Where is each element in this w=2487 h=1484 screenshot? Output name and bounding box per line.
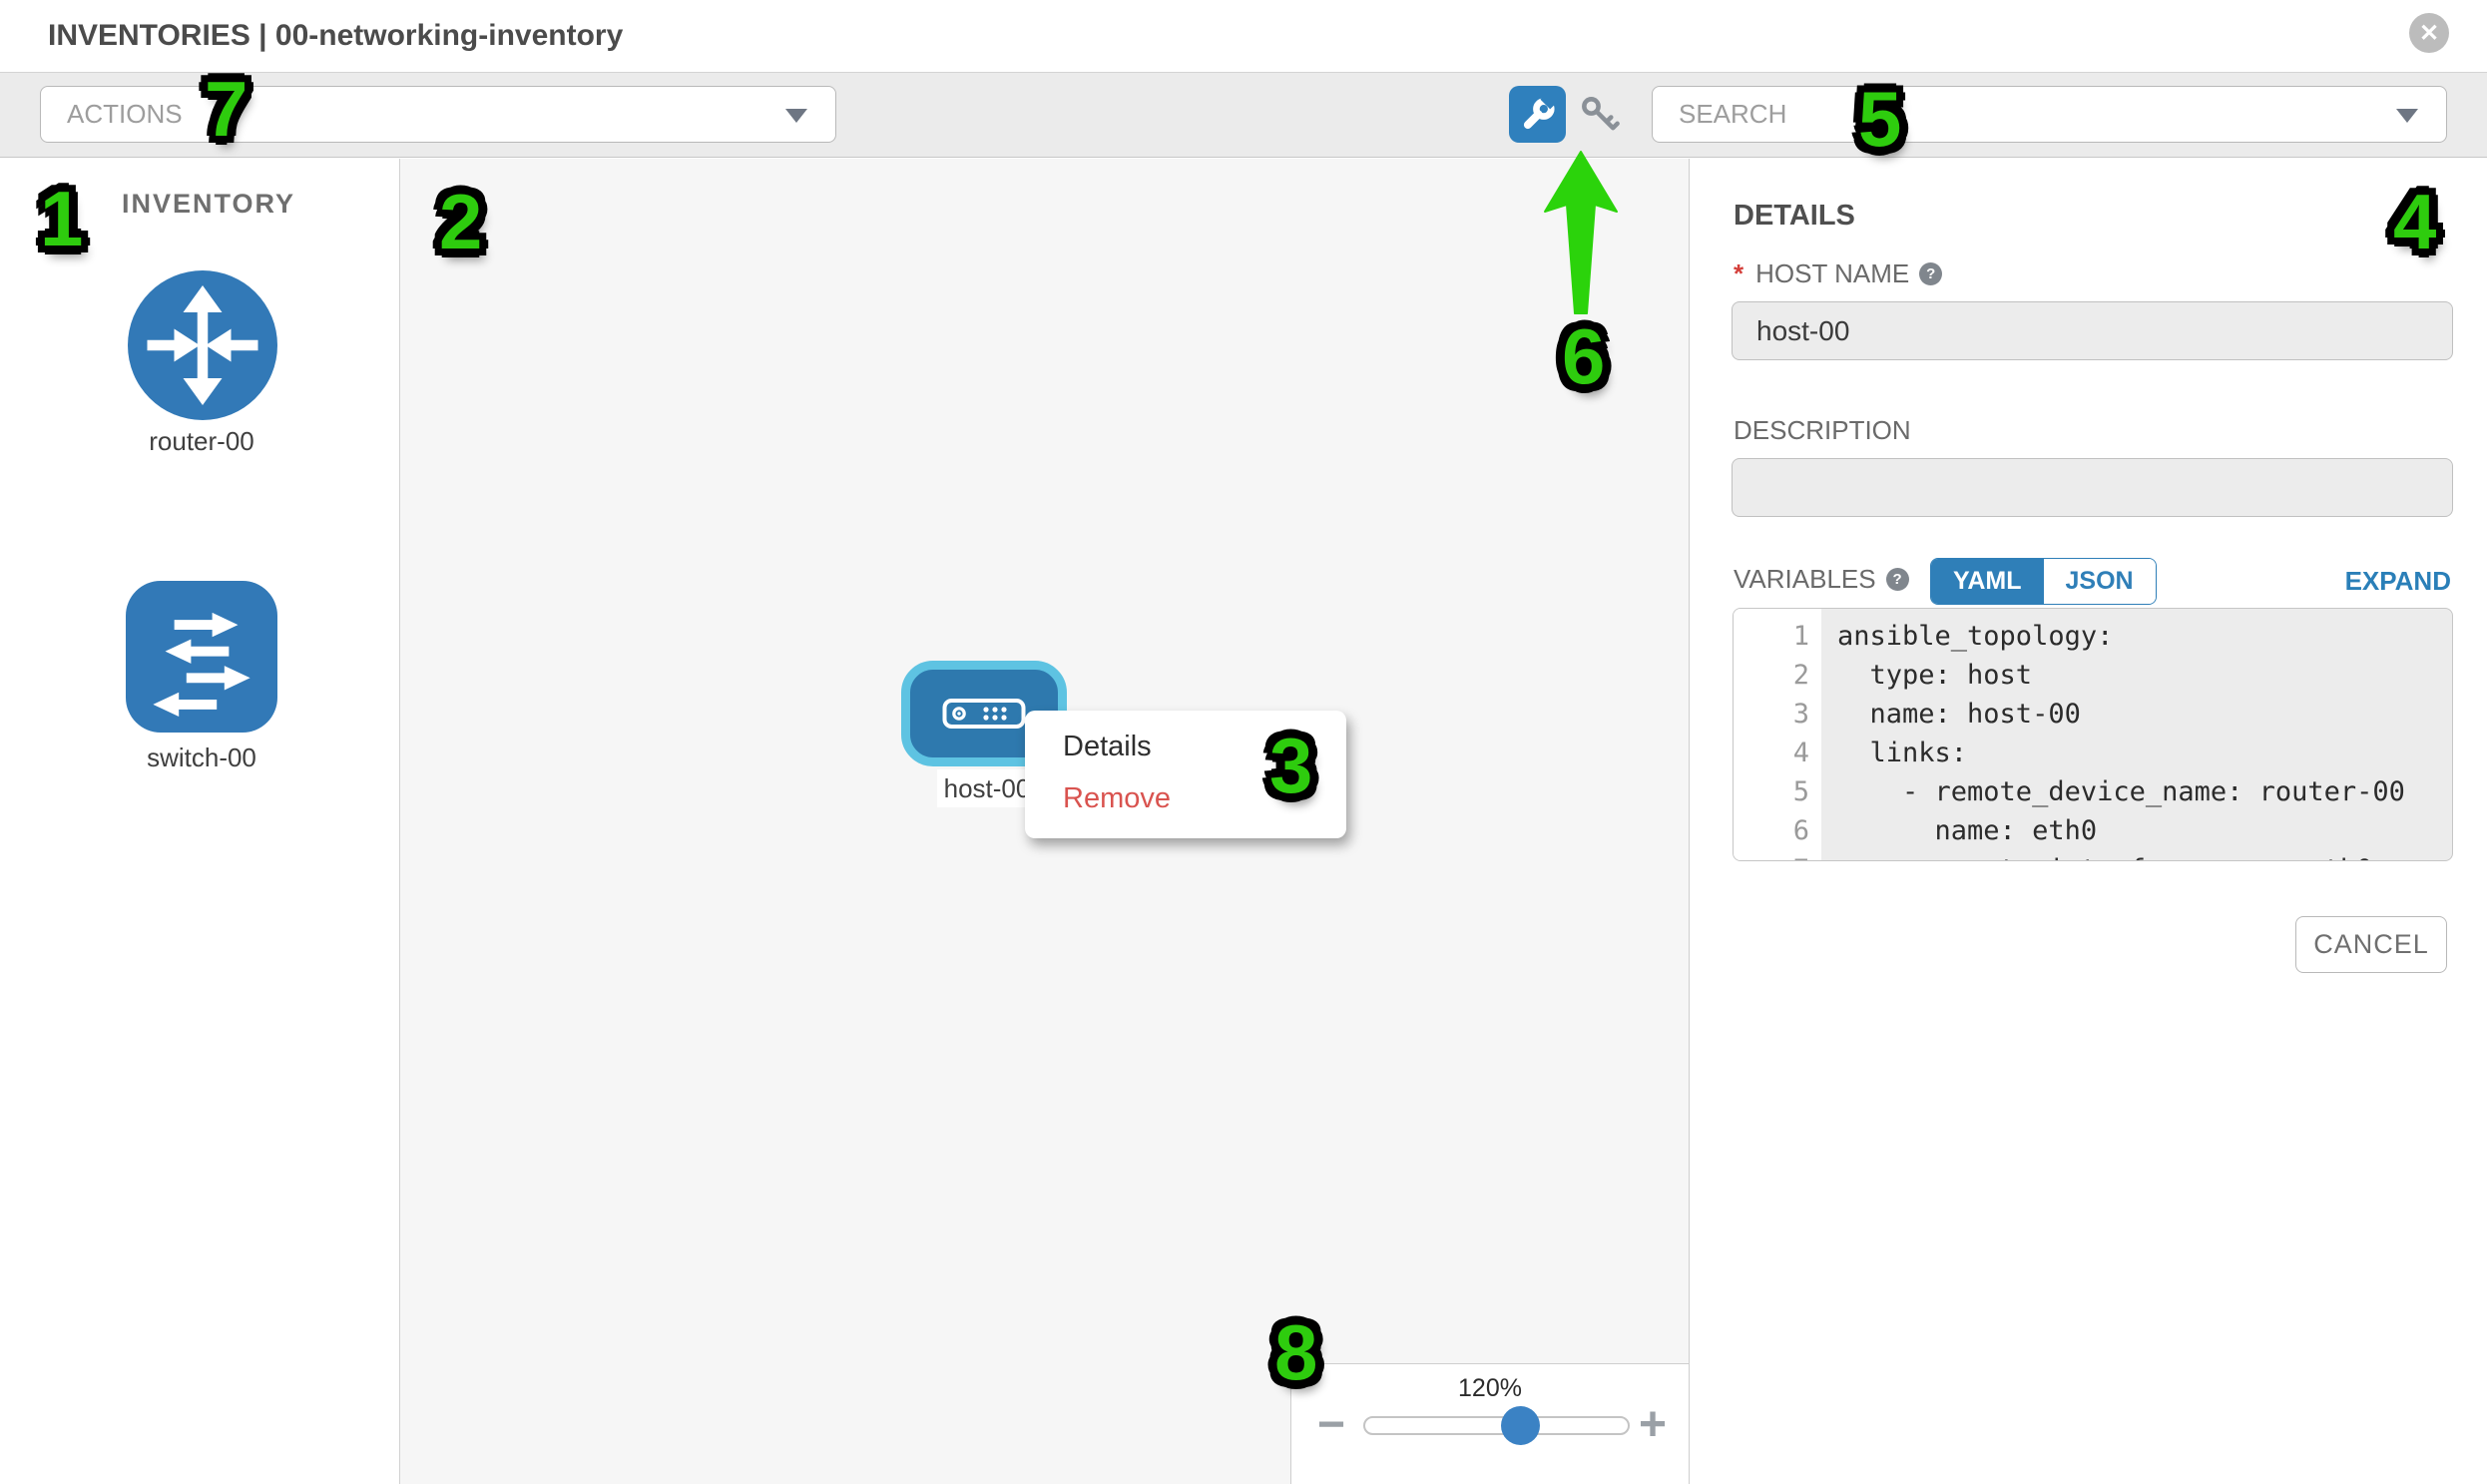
- close-button[interactable]: ✕: [2409, 13, 2449, 53]
- editor-line-numbers: 1 2 3 4 5 6 7: [1734, 609, 1821, 860]
- topology-canvas[interactable]: host-00 Details Remove 120% − +: [400, 159, 1690, 1484]
- annotation-7: 7: [205, 70, 248, 148]
- palette-item-label: router-00: [102, 426, 301, 457]
- chevron-down-icon: [785, 109, 807, 123]
- sidebar-title: INVENTORY: [122, 189, 295, 220]
- key-credentials-button[interactable]: [1577, 92, 1623, 138]
- line-number: 1: [1734, 617, 1809, 656]
- actions-dropdown-label: ACTIONS: [67, 99, 183, 130]
- zoom-slider-track[interactable]: [1363, 1416, 1630, 1435]
- search-dropdown[interactable]: SEARCH: [1652, 86, 2447, 143]
- code-line: remote_interface_name: eth0: [1837, 850, 2452, 861]
- required-asterisk: *: [1734, 258, 1743, 289]
- zoom-level-value: 120%: [1291, 1374, 1689, 1403]
- toggle-json[interactable]: JSON: [2044, 559, 2156, 604]
- line-number: 7: [1734, 850, 1809, 861]
- code-line: ansible_topology:: [1837, 617, 2452, 656]
- description-label: DESCRIPTION: [1734, 415, 1911, 446]
- server-icon: [942, 698, 1026, 730]
- code-line: name: eth0: [1837, 811, 2452, 850]
- help-icon[interactable]: ?: [1919, 262, 1942, 285]
- variables-code-editor[interactable]: 1 2 3 4 5 6 7 ansible_topology: type: ho…: [1733, 608, 2453, 861]
- variables-format-toggle: YAML JSON: [1930, 558, 2157, 605]
- palette-item-label: switch-00: [102, 742, 301, 773]
- host-name-label-row: * HOST NAME ?: [1734, 258, 1942, 289]
- zoom-slider-thumb[interactable]: [1501, 1406, 1540, 1445]
- inventory-topology-page: INVENTORIES | 00-networking-inventory ✕ …: [0, 0, 2487, 1484]
- host-name-label: HOST NAME: [1755, 258, 1909, 289]
- annotation-1: 1: [40, 180, 83, 257]
- code-line: name: host-00: [1837, 695, 2452, 734]
- line-number: 6: [1734, 811, 1809, 850]
- router-icon: [128, 270, 277, 420]
- annotation-3: 3: [1269, 727, 1312, 804]
- expand-link[interactable]: EXPAND: [2345, 566, 2451, 597]
- close-icon: ✕: [2419, 19, 2439, 48]
- annotation-2: 2: [439, 183, 482, 260]
- annotation-arrow-up-icon: [1542, 150, 1622, 317]
- palette-item-switch[interactable]: [126, 581, 277, 733]
- details-panel: DETAILS * HOST NAME ? DESCRIPTION VARIAB…: [1691, 159, 2487, 1484]
- details-title: DETAILS: [1734, 200, 1855, 233]
- search-dropdown-label: SEARCH: [1679, 99, 1786, 130]
- line-number: 3: [1734, 695, 1809, 734]
- actions-dropdown[interactable]: ACTIONS: [40, 86, 836, 143]
- code-line: links:: [1837, 734, 2452, 772]
- switch-icon: [126, 581, 277, 733]
- help-icon[interactable]: ?: [1886, 568, 1909, 591]
- annotation-4: 4: [2393, 183, 2436, 260]
- variables-label: VARIABLES: [1734, 564, 1876, 595]
- tools-button[interactable]: [1509, 86, 1566, 143]
- annotation-6: 6: [1562, 317, 1605, 395]
- zoom-control: 120% − +: [1290, 1363, 1690, 1484]
- host-name-input[interactable]: [1732, 301, 2453, 360]
- chevron-down-icon: [2396, 109, 2418, 123]
- line-number: 4: [1734, 734, 1809, 772]
- description-input[interactable]: [1732, 458, 2453, 517]
- code-line: - remote_device_name: router-00: [1837, 772, 2452, 811]
- cancel-button[interactable]: CANCEL: [2295, 916, 2447, 973]
- variables-label-row: VARIABLES ?: [1734, 564, 1909, 595]
- annotation-5: 5: [1858, 80, 1901, 158]
- line-number: 2: [1734, 656, 1809, 695]
- inventory-sidebar: INVENTORY router-00: [0, 159, 400, 1484]
- editor-code-area[interactable]: ansible_topology: type: host name: host-…: [1821, 609, 2452, 860]
- wrench-icon: [1521, 98, 1555, 132]
- annotation-8: 8: [1274, 1313, 1317, 1391]
- zoom-out-button[interactable]: −: [1317, 1397, 1345, 1453]
- header: INVENTORIES | 00-networking-inventory ✕: [0, 0, 2487, 72]
- host-node-label: host-00: [937, 769, 1037, 807]
- palette-item-router[interactable]: [128, 270, 277, 420]
- description-label-row: DESCRIPTION: [1734, 415, 1911, 446]
- line-number: 5: [1734, 772, 1809, 811]
- key-icon: [1578, 93, 1622, 137]
- page-title: INVENTORIES | 00-networking-inventory: [48, 0, 623, 72]
- zoom-in-button[interactable]: +: [1639, 1397, 1667, 1453]
- toolbar: ACTIONS SEARCH: [0, 72, 2487, 158]
- code-line: type: host: [1837, 656, 2452, 695]
- toggle-yaml[interactable]: YAML: [1931, 559, 2044, 604]
